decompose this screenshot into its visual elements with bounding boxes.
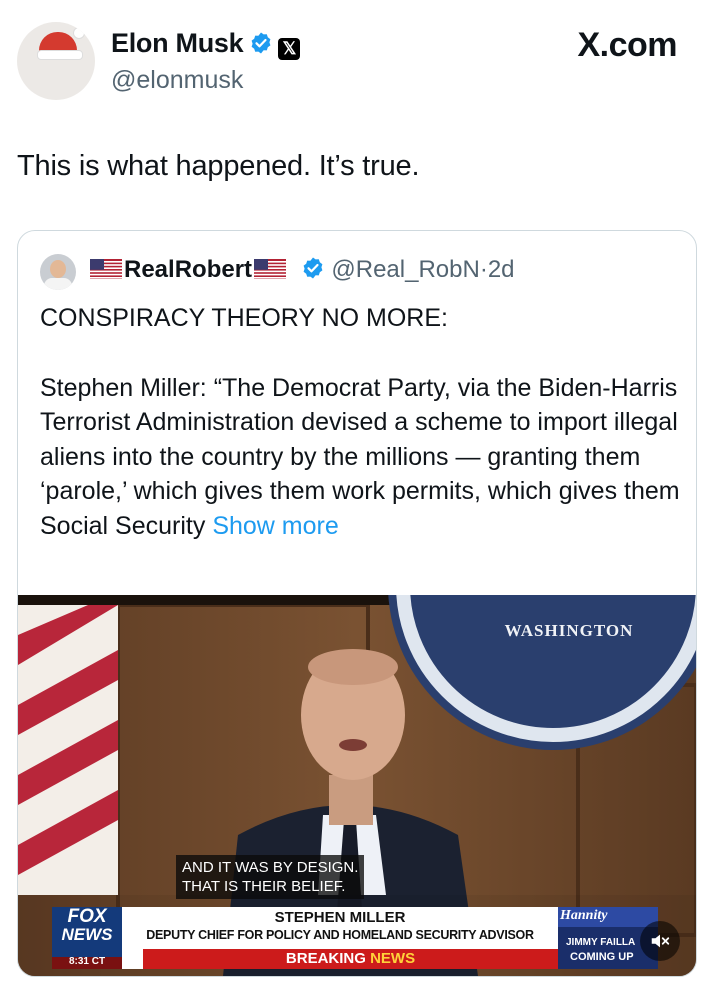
quoted-post-header: RealRobert @Real_RobN·2d	[40, 251, 680, 291]
us-flag-icon	[254, 259, 287, 279]
quoted-post-body: CONSPIRACY THEORY NO MORE: Stephen Mille…	[40, 301, 680, 543]
quoted-author-avatar[interactable]	[40, 254, 76, 290]
promo-label: COMING UP	[570, 951, 634, 963]
post-text: This is what happened. It’s true.	[17, 150, 420, 182]
quoted-text: Stephen Miller: “The Democrat Party, via…	[40, 373, 680, 540]
lower-third-name: STEPHEN MILLER	[274, 909, 406, 926]
quoted-text-block: Stephen Miller: “The Democrat Party, via…	[40, 371, 680, 544]
avatar-sketch	[22, 67, 90, 94]
breaking-news-banner: BREAKING NEWS	[143, 950, 558, 968]
quoted-author-name[interactable]: RealRobert	[124, 256, 252, 283]
news-label: NEWS	[370, 950, 416, 967]
show-more-link[interactable]: Show more	[212, 512, 338, 540]
clock: 8:31 CT	[68, 956, 106, 967]
promo-name: JIMMY FAILLA	[566, 937, 636, 948]
caption-box: AND IT WAS BY DESIGN. THAT IS THEIR BELI…	[176, 855, 365, 899]
author-avatar[interactable]	[17, 22, 95, 100]
quoted-post-time[interactable]: 2d	[488, 256, 515, 283]
breaking-label: BREAKING	[285, 950, 366, 967]
video-player[interactable]: WASHINGTON AND IT WAS BY DESIGN. THAT IS…	[18, 595, 696, 976]
show-logo: Hannity	[560, 908, 608, 923]
quoted-author-handle[interactable]: @Real_RobN	[331, 256, 479, 283]
quoted-post[interactable]: RealRobert @Real_RobN·2d CONSPIRACY THEO…	[17, 230, 697, 977]
caption-line-2: THAT IS THEIR BELIEF.	[182, 878, 346, 895]
mute-icon[interactable]	[649, 930, 671, 952]
author-name-row[interactable]: Elon Musk 𝕏	[111, 28, 301, 60]
seal-text: WASHINGTON	[504, 621, 634, 640]
fox-news-logo: FOX NEWS	[54, 907, 120, 943]
lower-third-title: DEPUTY CHIEF FOR POLICY AND HOMELAND SEC…	[146, 928, 534, 942]
network-line-2: NEWS	[61, 925, 113, 944]
us-flag-icon	[90, 259, 122, 279]
verified-badge-icon	[251, 32, 271, 54]
verified-badge-icon	[303, 257, 323, 279]
network-line-1: FOX	[67, 906, 107, 927]
quoted-headline: CONSPIRACY THEORY NO MORE:	[40, 304, 448, 332]
author-handle[interactable]: @elonmusk	[111, 66, 243, 95]
caption-line-1: AND IT WAS BY DESIGN.	[182, 859, 359, 876]
us-flag-backdrop	[18, 605, 118, 895]
author-name[interactable]: Elon Musk	[111, 28, 244, 58]
post-header: Elon Musk 𝕏 @elonmusk X.com	[17, 22, 697, 106]
meta-separator: ·	[479, 256, 488, 283]
brand-watermark: X.com	[577, 26, 677, 64]
x-logo-icon: 𝕏	[278, 38, 301, 60]
